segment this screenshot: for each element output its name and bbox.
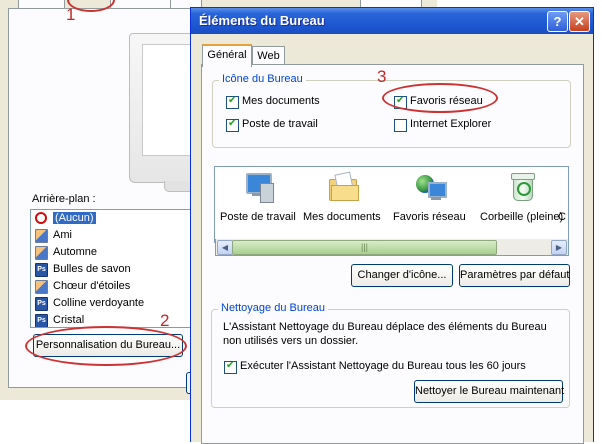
list-item-label: Cristal (53, 314, 85, 326)
desktop-icons-view[interactable]: Poste de travail Mes documents Favoris r… (214, 166, 569, 243)
image-file-icon (35, 280, 48, 294)
annotation-number-3: 3 (377, 67, 387, 86)
list-item[interactable]: Chœur d'étoiles (31, 278, 196, 295)
computer-icon (242, 171, 274, 203)
scroll-right-button[interactable]: ▶ (551, 240, 567, 255)
partial-icon (557, 171, 567, 203)
list-item[interactable]: Automne (31, 244, 196, 261)
list-item[interactable]: (Aucun) (31, 210, 196, 227)
wallpaper-label: Arrière-plan : (32, 193, 96, 205)
poste-de-travail-checkbox[interactable] (226, 118, 239, 132)
group-title: Nettoyage du Bureau (218, 302, 328, 314)
list-item[interactable]: C (557, 171, 567, 223)
wallpaper-list[interactable]: (Aucun) Ami Automne Ps Bulles de savon C… (30, 209, 197, 328)
image-file-icon (35, 246, 48, 260)
tab-web[interactable]: Web (252, 46, 285, 66)
tab-general[interactable]: Général (202, 44, 252, 67)
list-item-label: Bulles de savon (53, 263, 131, 275)
annotation-ellipse-2 (25, 326, 187, 366)
mes-documents-label: Mes documents (242, 95, 320, 107)
recycle-bin-icon (506, 171, 538, 203)
group-title: Icône du Bureau (219, 73, 306, 85)
help-button[interactable]: ? (547, 11, 568, 32)
annotation-number-2: 2 (160, 311, 170, 330)
annotation-ellipse-3 (382, 83, 498, 113)
list-item[interactable]: Corbeille (pleine) (480, 171, 563, 223)
default-settings-button[interactable]: Paramètres par défaut (459, 264, 570, 287)
icon-caption: Mes documents (303, 211, 381, 223)
internet-explorer-checkbox[interactable] (394, 119, 407, 132)
run-cleanup-wizard-checkbox[interactable] (224, 360, 237, 374)
folder-documents-icon (326, 171, 359, 203)
internet-explorer-label: Internet Explorer (410, 118, 492, 130)
photoshop-file-icon: Ps (35, 314, 48, 327)
poste-de-travail-label: Poste de travail (242, 118, 318, 130)
desktop-items-dialog: Éléments du Bureau ? ✕ Général Web Icône… (190, 7, 594, 444)
clean-desktop-now-button[interactable]: Nettoyer le Bureau maintenant (414, 380, 564, 403)
list-item[interactable]: Mes documents (303, 171, 381, 223)
list-item[interactable]: Poste de travail (220, 171, 296, 223)
icon-caption: Corbeille (pleine) (480, 211, 564, 223)
photoshop-file-icon: Ps (35, 297, 48, 311)
list-item[interactable]: Ps Bulles de savon (31, 261, 196, 278)
close-button[interactable]: ✕ (569, 11, 590, 32)
list-item[interactable]: Favoris réseau (393, 171, 466, 223)
icon-caption: Poste de travail (220, 211, 296, 223)
scroll-left-button[interactable]: ◀ (217, 240, 233, 255)
no-entry-icon (35, 212, 47, 224)
list-item-label: Chœur d'étoiles (53, 280, 131, 292)
scroll-thumb[interactable]: ||| (232, 240, 497, 255)
list-item-label: Ami (53, 229, 72, 241)
change-icon-button[interactable]: Changer d'icône... (351, 264, 453, 287)
network-globe-icon (413, 171, 448, 203)
run-cleanup-wizard-label: Exécuter l'Assistant Nettoyage du Bureau… (240, 360, 526, 372)
mes-documents-checkbox[interactable] (226, 95, 239, 109)
image-file-icon (35, 229, 48, 243)
photoshop-file-icon: Ps (35, 263, 48, 277)
list-item[interactable]: Ps Colline verdoyante (31, 295, 196, 312)
horizontal-scrollbar[interactable]: ◀ ||| ▶ (215, 239, 569, 256)
list-item[interactable]: Ami (31, 227, 196, 244)
title-bar[interactable]: Éléments du Bureau ? ✕ (191, 8, 593, 34)
list-item-label: Automne (53, 246, 98, 258)
icon-caption: C (558, 211, 566, 223)
dialog-title: Éléments du Bureau (199, 13, 325, 28)
icon-caption: Favoris réseau (393, 211, 466, 223)
list-item-label: Colline verdoyante (53, 297, 145, 309)
list-item-label: (Aucun) (53, 212, 96, 224)
cleanup-description: L'Assistant Nettoyage du Bureau déplace … (223, 321, 547, 347)
